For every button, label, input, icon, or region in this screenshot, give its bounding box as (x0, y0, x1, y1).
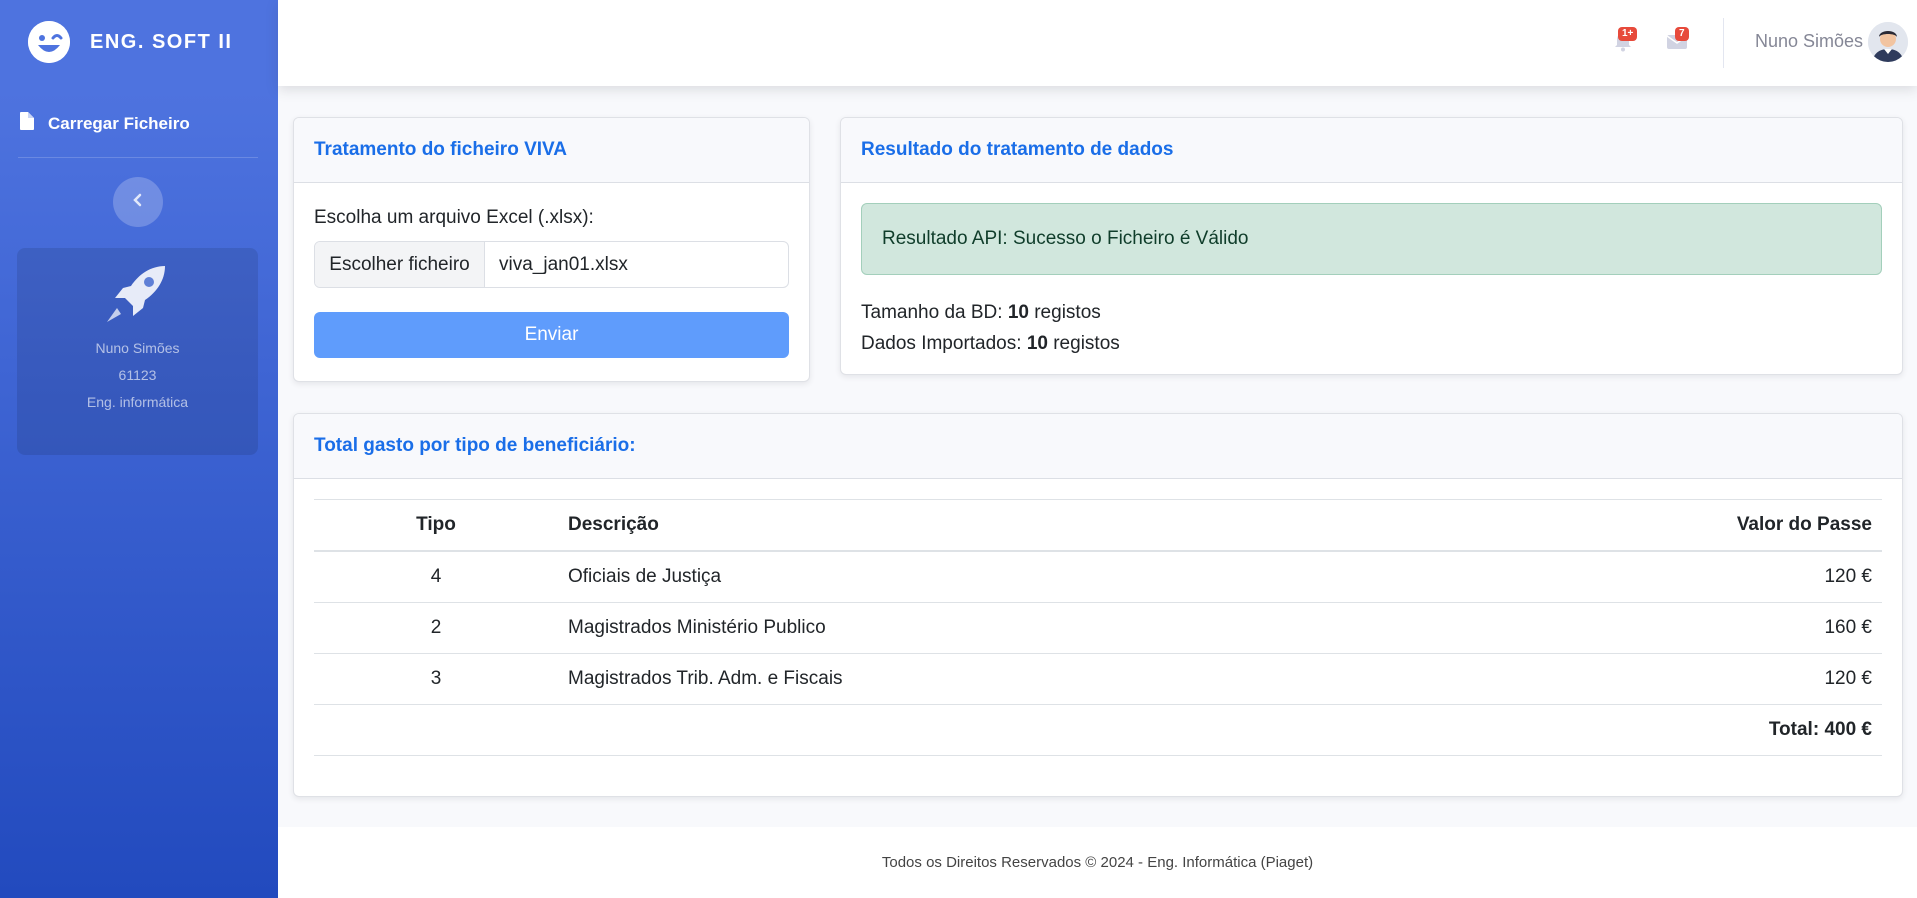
imported-label: Dados Importados: (861, 333, 1022, 354)
topbar: 1+ 7 Nuno Simões (278, 0, 1917, 86)
db-size-label: Tamanho da BD: (861, 302, 1003, 323)
upload-card-title: Tratamento do ficheiro VIVA (314, 139, 568, 160)
submit-button[interactable]: Enviar (314, 312, 789, 358)
result-card-header: Resultado do tratamento de dados (841, 118, 1902, 183)
success-alert: Resultado API: Sucesso o Ficheiro é Váli… (861, 203, 1882, 275)
db-size-value: 10 (1007, 302, 1029, 323)
selected-file-name: viva_jan01.xlsx (499, 253, 628, 275)
sidebar-toggle-button[interactable] (113, 177, 163, 227)
bell-icon (1614, 33, 1632, 56)
messages-dropdown[interactable]: 7 (1666, 27, 1689, 55)
db-size-unit: registos (1034, 302, 1101, 323)
column-header-descricao: Descrição (558, 499, 1426, 552)
table-row: 4 Oficiais de Justiça 120 € (314, 550, 1882, 603)
profile-card: Nuno Simões 61123 Eng. informática (17, 248, 258, 455)
cell-descricao: Magistrados Ministério Publico (558, 602, 1426, 654)
table-card-header: Total gasto por tipo de beneficiário: (294, 414, 1902, 479)
brand-link[interactable]: ENG. SOFT II (28, 20, 232, 64)
column-header-valor: Valor do Passe (1425, 499, 1882, 552)
file-icon (20, 112, 34, 135)
profile-course: Eng. informática (86, 394, 189, 410)
cell-tipo: 2 (314, 602, 558, 654)
file-input[interactable]: Escolher ficheiro viva_jan01.xlsx (314, 241, 789, 288)
upload-card-header: Tratamento do ficheiro VIVA (294, 118, 809, 183)
column-header-tipo: Tipo (314, 499, 558, 552)
cell-tipo: 4 (314, 550, 558, 603)
upload-card: Tratamento do ficheiro VIVA Escolha um a… (293, 117, 810, 382)
table-card-title: Total gasto por tipo de beneficiário: (314, 435, 636, 456)
table-card: Total gasto por tipo de beneficiário: Ti… (293, 413, 1903, 797)
profile-number: 61123 (118, 367, 157, 383)
cell-valor: 120 € (1425, 550, 1882, 603)
footer-text: Todos os Direitos Reservados © 2024 - En… (881, 854, 1314, 871)
table-header-row: Tipo Descrição Valor do Passe (314, 499, 1882, 552)
beneficiary-table: Tipo Descrição Valor do Passe 4 Oficiais… (314, 499, 1882, 756)
rocket-icon (17, 264, 258, 329)
brand-text: ENG. SOFT II (90, 30, 233, 53)
alerts-dropdown[interactable]: 1+ (1614, 27, 1638, 57)
imported-unit: registos (1053, 333, 1120, 354)
sidebar: ENG. SOFT II Carregar Ficheiro Nuno Simõ… (0, 0, 278, 898)
result-card: Resultado do tratamento de dados Resulta… (840, 117, 1903, 375)
sidebar-item-label: Carregar Ficheiro (48, 113, 190, 133)
table-total-row: Total: 400 € (314, 704, 1882, 756)
db-size-line: Tamanho da BD: 10 registos (861, 297, 1882, 328)
cell-valor: 120 € (1425, 653, 1882, 705)
profile-name: Nuno Simões (95, 340, 180, 356)
laugh-wink-icon (28, 21, 70, 63)
choose-file-button[interactable]: Escolher ficheiro (315, 242, 485, 287)
cell-tipo: 3 (314, 653, 558, 705)
imported-value: 10 (1026, 333, 1048, 354)
table-row: 3 Magistrados Trib. Adm. e Fiscais 120 € (314, 653, 1882, 705)
sidebar-item-carregar-ficheiro[interactable]: Carregar Ficheiro (20, 112, 190, 135)
table-total: Total: 400 € (1425, 704, 1882, 756)
alerts-badge: 1+ (1618, 27, 1638, 41)
result-stats: Tamanho da BD: 10 registos Dados Importa… (861, 297, 1882, 359)
sidebar-divider (18, 157, 258, 158)
topbar-divider (1723, 18, 1724, 68)
footer: Todos os Direitos Reservados © 2024 - En… (278, 827, 1917, 898)
imported-line: Dados Importados: 10 registos (861, 328, 1882, 359)
cell-descricao: Magistrados Trib. Adm. e Fiscais (558, 653, 1426, 705)
user-name[interactable]: Nuno Simões (1755, 31, 1863, 52)
cell-descricao: Oficiais de Justiça (558, 550, 1426, 603)
file-input-label: Escolha um arquivo Excel (.xlsx): (314, 207, 594, 228)
chevron-left-icon (132, 193, 144, 212)
result-card-title: Resultado do tratamento de dados (861, 139, 1174, 160)
cell-valor: 160 € (1425, 602, 1882, 654)
messages-badge: 7 (1675, 27, 1689, 41)
avatar[interactable] (1868, 22, 1908, 62)
table-row: 2 Magistrados Ministério Publico 160 € (314, 602, 1882, 654)
